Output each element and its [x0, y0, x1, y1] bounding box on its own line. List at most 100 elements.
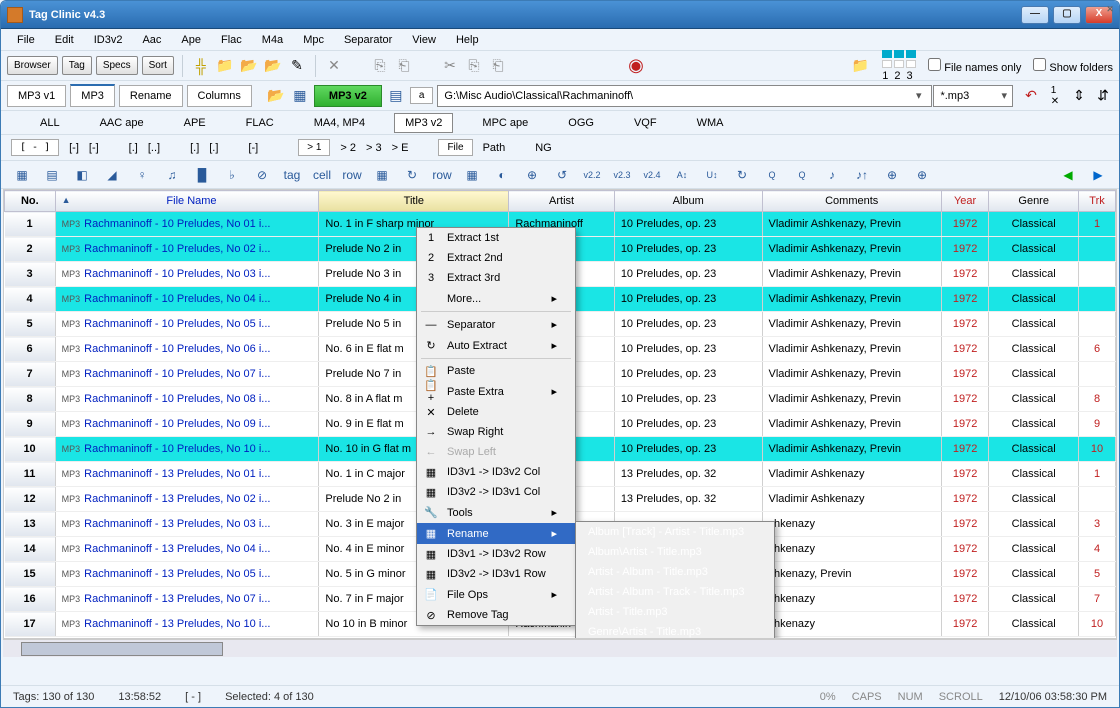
cell-comments[interactable]: Vladimir Ashkenazy, Previn	[762, 237, 941, 262]
cell-album[interactable]: 13 Preludes, op. 32	[614, 462, 762, 487]
cell-trk[interactable]: 5	[1079, 562, 1116, 587]
cell-filename[interactable]: MP3Rachmaninoff - 10 Preludes, No 08 i..…	[55, 387, 319, 412]
menu-ape[interactable]: Ape	[173, 32, 209, 48]
cell-genre[interactable]: Classical	[989, 487, 1079, 512]
cell-album[interactable]: 10 Preludes, op. 23	[614, 362, 762, 387]
cell-trk[interactable]	[1079, 362, 1116, 387]
folder-yellow-icon[interactable]: 📁	[850, 56, 870, 76]
cell-genre[interactable]: Classical	[989, 287, 1079, 312]
column-header-title[interactable]: Title	[319, 191, 509, 212]
sort-button[interactable]: Sort	[142, 56, 174, 75]
cell-album[interactable]: 10 Preludes, op. 23	[614, 437, 762, 462]
cell-filename[interactable]: MP3Rachmaninoff - 10 Preludes, No 02 i..…	[55, 237, 319, 262]
tool-icon-3[interactable]: ◢	[101, 164, 123, 186]
cell-filename[interactable]: MP3Rachmaninoff - 10 Preludes, No 03 i..…	[55, 262, 319, 287]
cell-year[interactable]: 1972	[941, 512, 988, 537]
menu-flac[interactable]: Flac	[213, 32, 250, 48]
cell-comments[interactable]: shkenazy	[762, 587, 941, 612]
menu-item-extract3rd[interactable]: 3Extract 3rd	[417, 268, 575, 288]
gt3-button[interactable]: > 3	[366, 142, 382, 154]
tool-icon-11[interactable]: row	[341, 164, 363, 186]
cell-genre[interactable]: Classical	[989, 612, 1079, 637]
cell-filename[interactable]: MP3Rachmaninoff - 10 Preludes, No 06 i..…	[55, 337, 319, 362]
cell-filename[interactable]: MP3Rachmaninoff - 13 Preludes, No 10 i..…	[55, 612, 319, 637]
format-tab-ape[interactable]: APE	[173, 113, 217, 133]
cell-year[interactable]: 1972	[941, 212, 988, 237]
menu-item-tools[interactable]: 🔧Tools▸	[417, 502, 575, 523]
cell-comments[interactable]: Vladimir Ashkenazy, Previn	[762, 412, 941, 437]
format-tab-flac[interactable]: FLAC	[235, 113, 285, 133]
cell-year[interactable]: 1972	[941, 562, 988, 587]
format-tab-mpcape[interactable]: MPC ape	[471, 113, 539, 133]
cell-comments[interactable]: shkenazy, Previn	[762, 562, 941, 587]
tool-icon-27[interactable]: ♪	[821, 164, 843, 186]
format-tab-all[interactable]: ALL	[29, 113, 71, 133]
tool-icon-26[interactable]: Q	[791, 164, 813, 186]
format-tab-wma[interactable]: WMA	[686, 113, 735, 133]
tool-icon-25[interactable]: Q	[761, 164, 783, 186]
bracket-7[interactable]: [-]	[248, 142, 258, 154]
format-tab-vqf[interactable]: VQF	[623, 113, 668, 133]
cell-year[interactable]: 1972	[941, 437, 988, 462]
cell-trk[interactable]: 3	[1079, 512, 1116, 537]
format-tab-aacape[interactable]: AAC ape	[89, 113, 155, 133]
cell-trk[interactable]: 1	[1079, 462, 1116, 487]
menu-item-removetag[interactable]: ⊘Remove Tag	[417, 605, 575, 625]
column-header-no[interactable]: No.	[5, 191, 56, 212]
cell-trk[interactable]	[1079, 287, 1116, 312]
bracket-6[interactable]: [.]	[209, 142, 218, 154]
format-tab-ogg[interactable]: OGG	[557, 113, 605, 133]
cell-filename[interactable]: MP3Rachmaninoff - 13 Preludes, No 04 i..…	[55, 537, 319, 562]
cell-year[interactable]: 1972	[941, 487, 988, 512]
collapse-icon[interactable]: ⇵	[1093, 86, 1113, 106]
cell-year[interactable]: 1972	[941, 287, 988, 312]
tool-icon-13[interactable]: ↻	[401, 164, 423, 186]
bracket-btn-0[interactable]: [ - ]	[11, 139, 59, 156]
cut-icon[interactable]: ✂	[440, 56, 460, 76]
cell-genre[interactable]: Classical	[989, 237, 1079, 262]
cell-comments[interactable]: Vladimir Ashkenazy, Previn	[762, 262, 941, 287]
split-icon[interactable]: ╬	[191, 56, 211, 76]
tool-icon-21[interactable]: v2.4	[641, 164, 663, 186]
gt1-button[interactable]: > 1	[298, 139, 330, 156]
tool-icon-7[interactable]: ♭	[221, 164, 243, 186]
cell-album[interactable]: 10 Preludes, op. 23	[614, 237, 762, 262]
cell-filename[interactable]: MP3Rachmaninoff - 13 Preludes, No 05 i..…	[55, 562, 319, 587]
menu-item-rename[interactable]: ▦Rename▸Album [Track] - Artist - Title.m…	[417, 523, 575, 544]
column-header-comments[interactable]: Comments	[762, 191, 941, 212]
cell-genre[interactable]: Classical	[989, 262, 1079, 287]
folder-open-icon[interactable]: 📂	[239, 56, 259, 76]
tool-icon-6[interactable]: ▐▌	[191, 164, 213, 186]
tool-icon-8[interactable]: ⊘	[251, 164, 273, 186]
cell-genre[interactable]: Classical	[989, 537, 1079, 562]
a-button[interactable]: a	[410, 87, 434, 104]
cell-album[interactable]: 13 Preludes, op. 32	[614, 487, 762, 512]
cell-genre[interactable]: Classical	[989, 362, 1079, 387]
expand-icon[interactable]: ⇕	[1069, 86, 1089, 106]
menu-m4a[interactable]: M4a	[254, 32, 291, 48]
undo-icon[interactable]: ↶	[1021, 86, 1041, 106]
menu-view[interactable]: View	[404, 32, 444, 48]
one-x-icon[interactable]: 1✕	[1045, 86, 1065, 106]
delete-icon[interactable]: ✕	[324, 56, 344, 76]
column-header-year[interactable]: Year	[941, 191, 988, 212]
titlebar[interactable]: Tag Clinic v4.3 — ▢ X	[1, 1, 1119, 29]
gtE-button[interactable]: > E	[392, 142, 409, 154]
menu-item-fileops[interactable]: 📄File Ops▸	[417, 584, 575, 605]
cell-comments[interactable]: Vladimir Ashkenazy	[762, 487, 941, 512]
cell-year[interactable]: 1972	[941, 262, 988, 287]
maximize-button[interactable]: ▢	[1053, 6, 1081, 24]
submenu-item[interactable]: Artist - Title.mp3	[576, 602, 774, 622]
tool-icon-20[interactable]: v2.3	[611, 164, 633, 186]
tool-icon-5[interactable]: ♫	[161, 164, 183, 186]
menu-mpc[interactable]: Mpc	[295, 32, 332, 48]
path-input[interactable]	[437, 85, 932, 107]
cell-year[interactable]: 1972	[941, 387, 988, 412]
tool-icon-16[interactable]: ◐	[491, 164, 513, 186]
menu-file[interactable]: File	[9, 32, 43, 48]
menu-item-more[interactable]: More...▸	[417, 288, 575, 309]
menu-separator[interactable]: Separator	[336, 32, 400, 48]
cell-year[interactable]: 1972	[941, 237, 988, 262]
copy2-icon[interactable]: ⎘	[464, 56, 484, 76]
filenames-only-check[interactable]: File names only	[928, 58, 1021, 74]
